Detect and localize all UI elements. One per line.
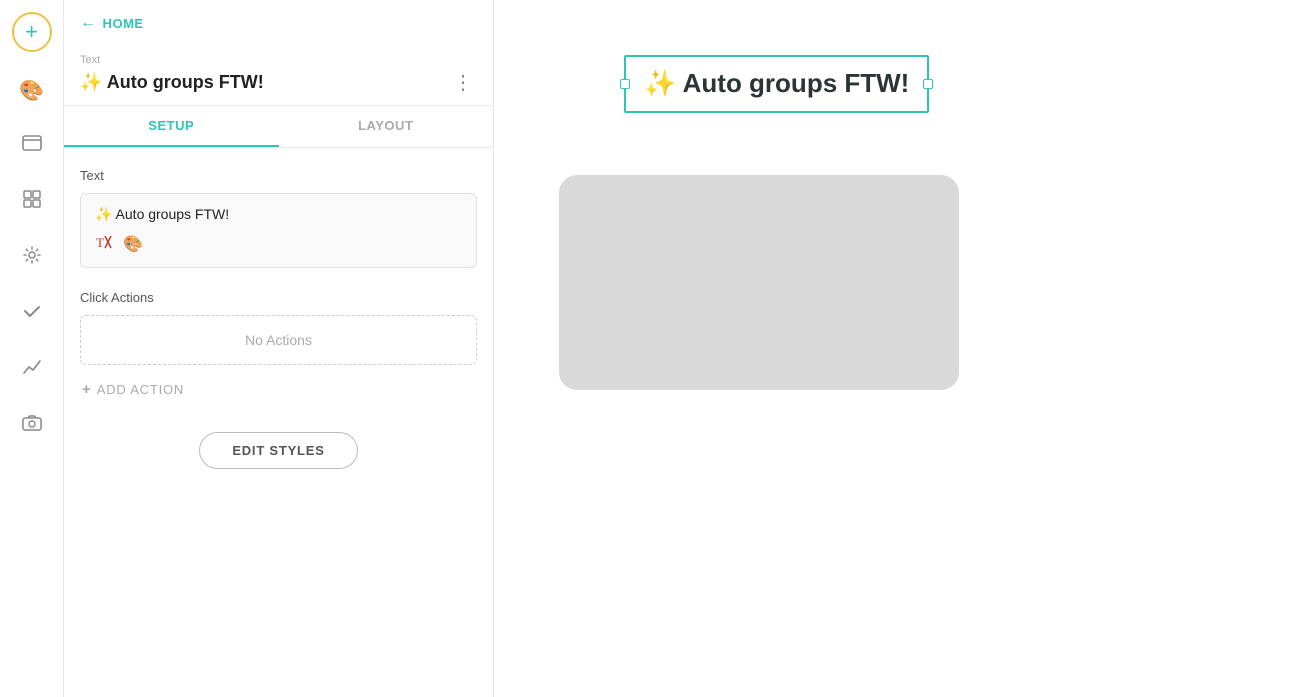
title-row: ✨ Auto groups FTW! ⋮: [80, 70, 477, 95]
check-icon: [22, 301, 42, 327]
back-nav[interactable]: ← HOME: [64, 0, 493, 40]
add-action-row[interactable]: + ADD ACTION: [80, 377, 477, 402]
panel-header: Text ✨ Auto groups FTW! ⋮: [64, 40, 493, 106]
back-arrow-icon: ←: [80, 14, 97, 32]
no-actions-box: No Actions: [80, 315, 477, 365]
tab-setup[interactable]: SETUP: [64, 106, 279, 147]
add-button[interactable]: +: [12, 12, 52, 52]
click-actions-section: Click Actions No Actions + ADD ACTION: [80, 290, 477, 402]
camera-icon: [22, 413, 42, 439]
handle-right[interactable]: [923, 79, 933, 89]
sidebar-item-check[interactable]: [14, 296, 50, 332]
icon-sidebar: + 🎨: [0, 0, 64, 697]
sidebar-item-settings[interactable]: [14, 240, 50, 276]
color-picker-button[interactable]: 🎨: [123, 234, 143, 254]
format-clear-button[interactable]: T: [95, 233, 113, 255]
back-label: HOME: [103, 16, 144, 31]
plus-icon: +: [25, 19, 38, 45]
more-button[interactable]: ⋮: [449, 70, 477, 95]
canvas-gray-box: [559, 175, 959, 390]
text-input-box: ✨ Auto groups FTW! T 🎨: [80, 193, 477, 268]
panel: ← HOME Text ✨ Auto groups FTW! ⋮ SETUP L…: [64, 0, 494, 697]
sidebar-item-grid[interactable]: [14, 184, 50, 220]
palette-icon: 🎨: [19, 78, 44, 103]
panel-content: Text ✨ Auto groups FTW! T 🎨 Click Action…: [64, 148, 493, 697]
plus-icon-small: +: [82, 381, 91, 398]
layout-icon: [21, 132, 43, 160]
widget-text: ✨ Auto groups FTW!: [644, 67, 909, 101]
text-section-label: Text: [80, 168, 477, 183]
svg-text:T: T: [96, 235, 104, 250]
sidebar-item-chart[interactable]: [14, 352, 50, 388]
click-actions-label: Click Actions: [80, 290, 477, 305]
text-input-value[interactable]: ✨ Auto groups FTW!: [95, 206, 462, 223]
add-action-label: ADD ACTION: [97, 382, 184, 397]
text-toolbar: T 🎨: [95, 233, 462, 255]
panel-title: ✨ Auto groups FTW!: [80, 72, 264, 93]
edit-styles-button[interactable]: EDIT STYLES: [199, 432, 357, 469]
sidebar-item-layout[interactable]: [14, 128, 50, 164]
handle-left[interactable]: [620, 79, 630, 89]
sidebar-item-palette[interactable]: 🎨: [14, 72, 50, 108]
settings-icon: [22, 245, 42, 271]
tabs: SETUP LAYOUT: [64, 106, 493, 148]
no-actions-text: No Actions: [245, 332, 312, 348]
sidebar-item-camera[interactable]: [14, 408, 50, 444]
canvas-text-widget[interactable]: ✨ Auto groups FTW!: [624, 55, 929, 113]
grid-icon: [22, 189, 42, 215]
tab-layout[interactable]: LAYOUT: [279, 106, 494, 147]
canvas: ✨ Auto groups FTW!: [494, 0, 1310, 697]
type-label: Text: [80, 54, 477, 66]
chart-icon: [22, 357, 42, 383]
